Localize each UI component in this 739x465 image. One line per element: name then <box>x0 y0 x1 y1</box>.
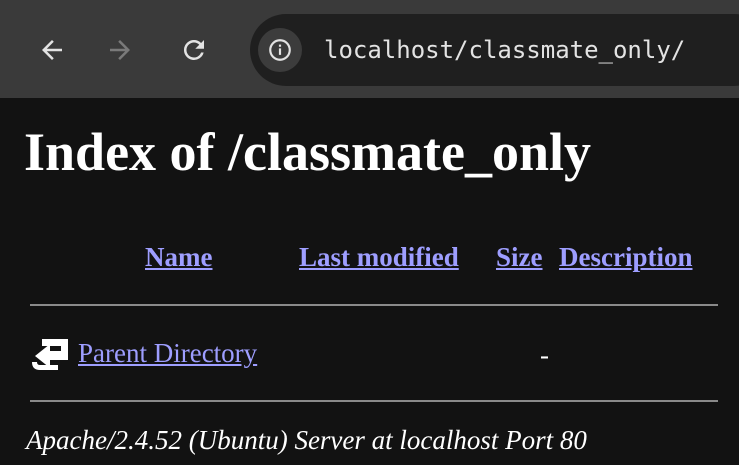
divider-top <box>30 304 718 306</box>
info-icon <box>269 39 291 61</box>
url-text[interactable]: localhost/classmate_only/ <box>324 33 685 67</box>
reload-button[interactable] <box>170 26 218 74</box>
page-title: Index of /classmate_only <box>24 122 591 182</box>
column-header-size[interactable]: Size <box>496 240 543 274</box>
site-info-button[interactable] <box>258 28 302 72</box>
forward-button[interactable] <box>96 26 144 74</box>
server-signature: Apache/2.4.52 (Ubuntu) Server at localho… <box>26 425 587 455</box>
page-content: Index of /classmate_only Name Last modif… <box>0 98 739 465</box>
parent-directory-link[interactable]: Parent Directory <box>78 336 257 370</box>
arrow-right-icon <box>110 40 130 60</box>
reload-icon <box>183 39 204 60</box>
column-header-last-modified[interactable]: Last modified <box>299 240 459 274</box>
address-bar[interactable]: localhost/classmate_only/ <box>250 14 739 86</box>
column-header-name[interactable]: Name <box>145 240 212 274</box>
back-button[interactable] <box>28 26 76 74</box>
arrow-left-icon <box>42 40 62 60</box>
column-header-description[interactable]: Description <box>559 240 692 274</box>
divider-bottom <box>30 400 718 402</box>
browser-toolbar: localhost/classmate_only/ <box>0 0 739 98</box>
parent-directory-size: - <box>540 340 549 370</box>
back-folder-icon <box>32 339 68 370</box>
